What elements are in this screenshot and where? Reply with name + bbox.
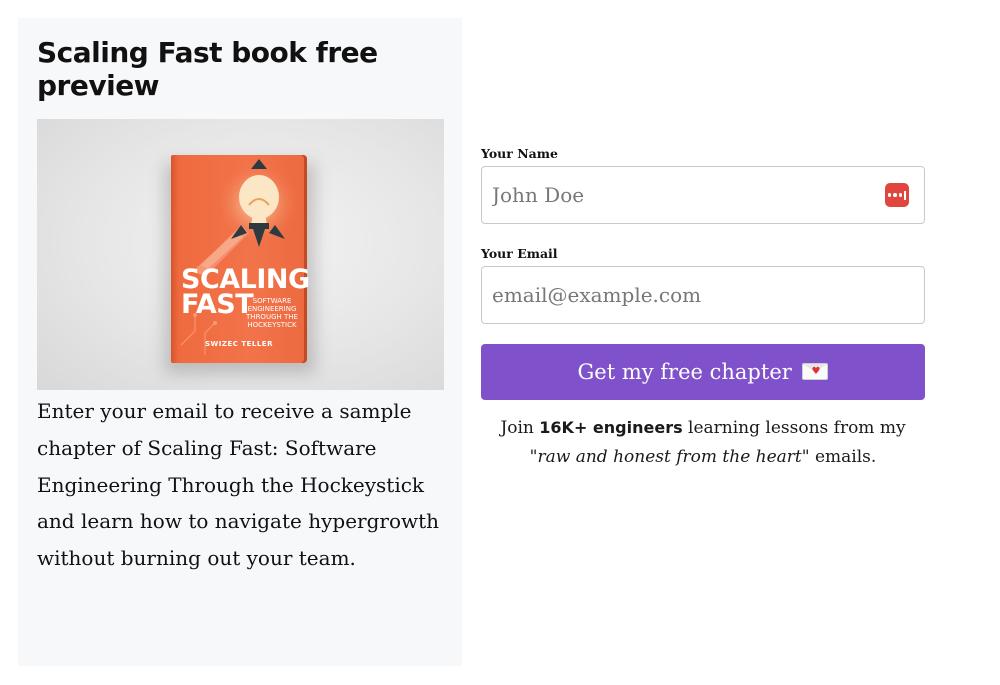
submit-button-label: Get my free chapter xyxy=(577,360,792,384)
book-cover-image: SCALING FAST SOFTWARE ENGINEERING THROUG… xyxy=(37,119,444,390)
note-bold: 16K+ engineers xyxy=(539,418,683,437)
page-title: Scaling Fast book free preview xyxy=(37,36,378,102)
name-label: Your Name xyxy=(481,146,558,161)
book-subtitle: SOFTWARE ENGINEERING THROUGH THE HOCKEYS… xyxy=(246,297,298,329)
email-input[interactable] xyxy=(481,266,925,324)
love-letter-icon: ♥ xyxy=(802,363,829,380)
preview-description: Enter your email to receive a sample cha… xyxy=(37,399,440,571)
note-middle: learning lessons from my xyxy=(682,418,906,438)
password-manager-icon[interactable] xyxy=(885,183,909,207)
note-italic: "raw and honest from the heart" xyxy=(529,447,810,467)
note-suffix: emails. xyxy=(809,447,877,467)
submit-button[interactable]: Get my free chapter ♥ xyxy=(481,344,925,400)
rocket-bulb-illustration xyxy=(180,159,299,355)
name-field-wrapper xyxy=(481,166,925,224)
email-field-wrapper xyxy=(481,266,925,324)
note-prefix: Join xyxy=(500,418,540,438)
name-input[interactable] xyxy=(481,166,925,224)
preview-panel: Scaling Fast book free preview SCALING F… xyxy=(18,18,462,666)
signup-form: Your Name Your Email Get my free chapter… xyxy=(481,146,925,472)
book-author: SWIZEC TELLER xyxy=(205,340,273,348)
book: SCALING FAST SOFTWARE ENGINEERING THROUG… xyxy=(171,155,310,363)
subscriber-note: Join 16K+ engineers learning lessons fro… xyxy=(481,413,925,472)
email-label: Your Email xyxy=(481,246,558,261)
